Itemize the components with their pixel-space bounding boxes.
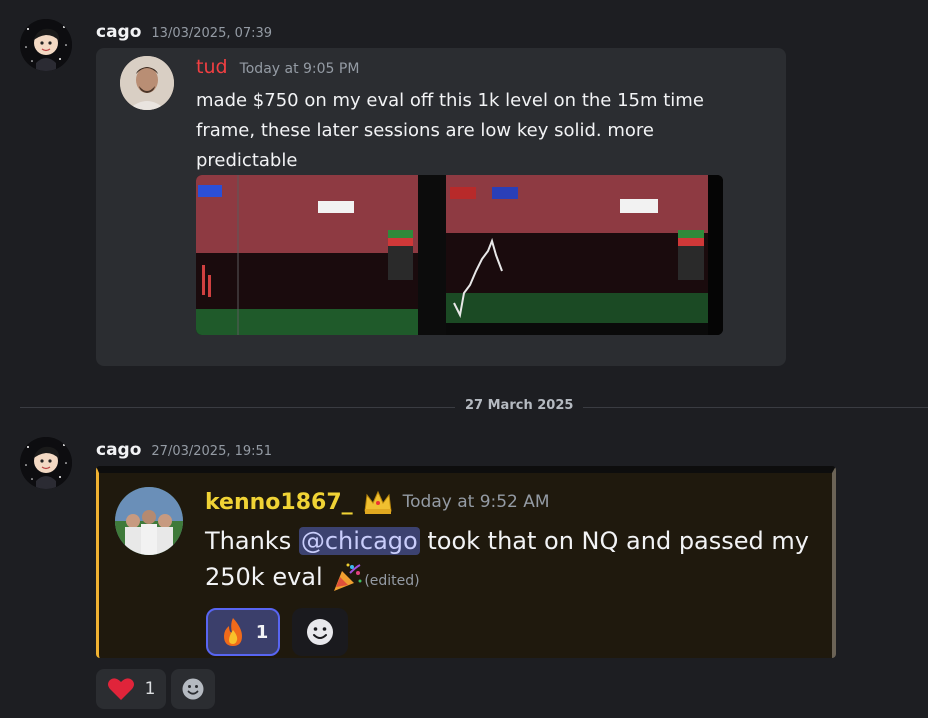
trading-chart-image[interactable] xyxy=(196,175,723,335)
message-timestamp: 27/03/2025, 19:51 xyxy=(151,444,273,459)
quoted-author-name[interactable]: tud xyxy=(196,56,228,78)
quoted-author-name[interactable]: kenno1867_ xyxy=(205,490,353,515)
reaction-count: 1 xyxy=(255,621,269,643)
quoted-author-avatar xyxy=(120,56,174,110)
quoted-message-text: made $750 on my eval off this 1k level o… xyxy=(196,90,704,171)
avatar[interactable] xyxy=(20,19,72,71)
quoted-message-text: Thanks @chicago took that on NQ and pass… xyxy=(205,523,825,599)
quoted-timestamp: Today at 9:05 PM xyxy=(239,61,360,77)
quoted-timestamp: Today at 9:52 AM xyxy=(402,492,550,512)
quoted-message-card: kenno1867_ Today at 9:52 AM Thanks @chic… xyxy=(96,466,836,658)
reaction-fire[interactable]: 1 xyxy=(206,608,280,656)
edited-label: (edited) xyxy=(364,573,420,589)
avatar[interactable] xyxy=(20,437,72,489)
add-reaction-icon xyxy=(182,678,204,700)
add-reaction-button[interactable] xyxy=(171,669,215,709)
author-name[interactable]: cago xyxy=(96,440,141,460)
date-divider-label: 27 March 2025 xyxy=(455,398,584,413)
heart-icon xyxy=(107,678,134,700)
reaction-count: 1 xyxy=(144,679,156,699)
user-mention[interactable]: @chicago xyxy=(298,527,420,555)
message-text-part: Thanks xyxy=(205,527,299,555)
quoted-author-avatar xyxy=(115,487,183,555)
add-reaction-icon xyxy=(307,619,333,645)
fire-icon xyxy=(223,618,242,646)
party-popper-icon xyxy=(334,563,362,591)
author-name[interactable]: cago xyxy=(96,22,141,42)
quoted-message-card: tud Today at 9:05 PM made $750 on my eva… xyxy=(96,48,786,366)
message-timestamp: 13/03/2025, 07:39 xyxy=(151,26,273,41)
reaction-heart[interactable]: 1 xyxy=(96,669,166,709)
add-reaction-button[interactable] xyxy=(292,608,348,656)
crown-icon xyxy=(364,490,392,514)
